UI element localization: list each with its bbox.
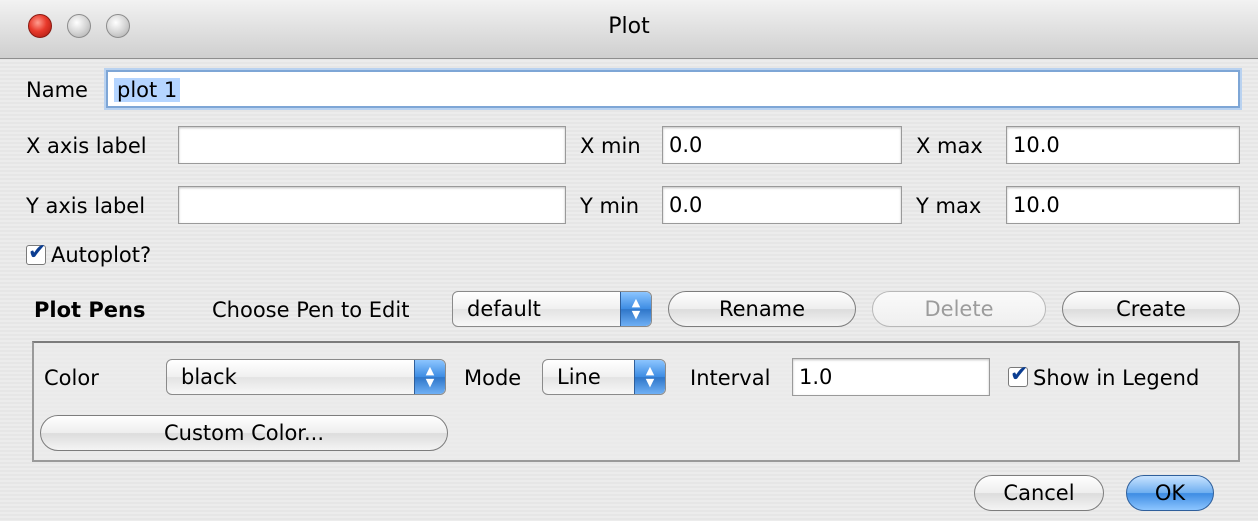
y-axis-label-label: Y axis label (26, 194, 146, 218)
y-min-label: Y min (580, 194, 640, 218)
color-label: Color (44, 366, 99, 390)
x-axis-label-label: X axis label (26, 134, 147, 158)
pen-select[interactable]: default ▲ ▼ (452, 291, 652, 327)
rename-button[interactable]: Rename (668, 291, 856, 327)
plot-dialog: Plot Name plot 1 X axis label X min 0.0 … (0, 0, 1258, 521)
mode-select[interactable]: Line ▲ ▼ (542, 359, 666, 395)
mode-select-value: Line (557, 365, 601, 389)
name-field[interactable]: plot 1 (106, 70, 1240, 108)
x-max-field[interactable]: 10.0 (1006, 126, 1240, 164)
title-bar[interactable]: Plot (0, 0, 1258, 59)
mode-label: Mode (464, 366, 522, 390)
cancel-button[interactable]: Cancel (974, 475, 1104, 511)
delete-button: Delete (872, 291, 1046, 327)
autoplot-label: Autoplot? (51, 243, 152, 267)
updown-arrows-icon: ▲ ▼ (620, 292, 651, 326)
x-axis-label-field[interactable] (178, 126, 566, 164)
interval-label: Interval (690, 366, 771, 390)
y-min-field[interactable]: 0.0 (662, 186, 902, 224)
pen-select-value: default (467, 297, 541, 321)
create-button[interactable]: Create (1062, 291, 1240, 327)
updown-arrows-icon: ▲ ▼ (414, 360, 445, 394)
name-field-value: plot 1 (114, 78, 181, 102)
interval-field[interactable]: 1.0 (792, 358, 990, 396)
show-in-legend-checkbox[interactable] (1008, 362, 1028, 387)
updown-arrows-icon: ▲ ▼ (634, 360, 665, 394)
choose-pen-label: Choose Pen to Edit (212, 298, 410, 322)
color-select-value: black (181, 365, 237, 389)
custom-color-button[interactable]: Custom Color... (40, 415, 448, 451)
ok-button[interactable]: OK (1126, 475, 1214, 511)
color-select[interactable]: black ▲ ▼ (166, 359, 446, 395)
autoplot-checkbox[interactable] (26, 240, 46, 265)
x-min-label: X min (580, 134, 641, 158)
y-max-field[interactable]: 10.0 (1006, 186, 1240, 224)
name-label: Name (26, 78, 88, 102)
y-axis-label-field[interactable] (178, 186, 566, 224)
x-max-label: X max (916, 134, 983, 158)
x-min-field[interactable]: 0.0 (662, 126, 902, 164)
y-max-label: Y max (916, 194, 982, 218)
window-title: Plot (608, 14, 650, 39)
plot-pens-heading: Plot Pens (34, 298, 146, 322)
show-in-legend-label: Show in Legend (1033, 366, 1200, 390)
